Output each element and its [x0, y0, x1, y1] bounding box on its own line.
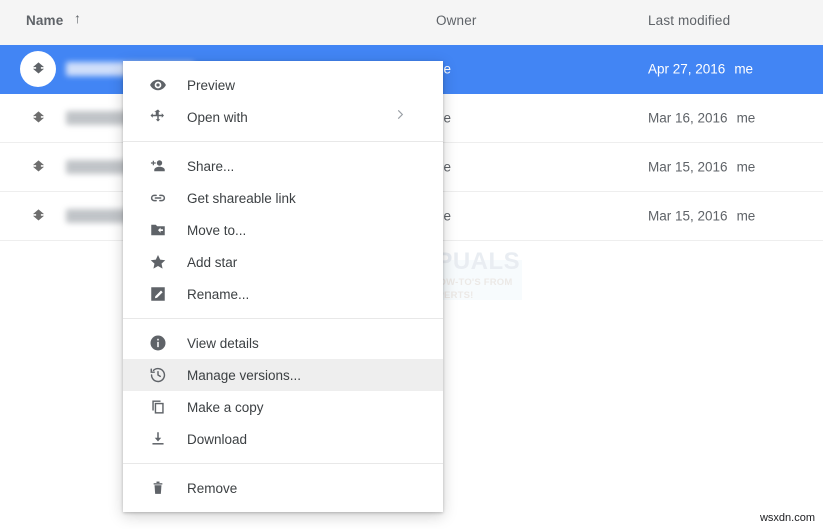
menu-item-label: Preview — [187, 77, 236, 93]
menu-item-rename[interactable]: Rename... — [123, 278, 443, 310]
trash-icon — [148, 478, 168, 498]
column-header-owner[interactable]: Owner — [436, 13, 477, 28]
person-add-icon — [148, 156, 168, 176]
last-modified-by: me — [736, 110, 756, 126]
last-modified-date: Mar 16, 2016 — [648, 110, 728, 126]
menu-divider — [123, 318, 443, 319]
file-icon — [20, 198, 56, 234]
file-list-column-header: Name ↑ Owner Last modified — [0, 0, 823, 46]
menu-item-label: Move to... — [187, 222, 247, 238]
last-modified-by: me — [736, 208, 756, 224]
last-modified-date: Mar 15, 2016 — [648, 208, 728, 224]
menu-divider — [123, 463, 443, 464]
menu-item-move-to[interactable]: Move to... — [123, 214, 443, 246]
file-icon — [20, 100, 56, 136]
last-modified-by: me — [734, 61, 754, 77]
menu-item-label: Open with — [187, 109, 248, 125]
file-last-modified: Apr 27, 2016 me — [648, 62, 753, 77]
link-icon — [148, 188, 168, 208]
site-credit-watermark: wsxdn.com — [759, 512, 815, 524]
sort-ascending-arrow-icon[interactable]: ↑ — [74, 11, 81, 25]
star-icon — [148, 252, 168, 272]
menu-item-label: Remove — [187, 480, 238, 496]
menu-item-download[interactable]: Download — [123, 423, 443, 455]
last-modified-date: Mar 15, 2016 — [648, 159, 728, 175]
menu-item-manage-versions[interactable]: Manage versions... — [123, 359, 443, 391]
menu-item-preview[interactable]: Preview — [123, 69, 443, 101]
column-header-last-modified[interactable]: Last modified — [648, 13, 730, 28]
menu-item-get-shareable-link[interactable]: Get shareable link — [123, 182, 443, 214]
menu-item-label: Share... — [187, 158, 235, 174]
last-modified-by: me — [736, 159, 756, 175]
file-last-modified: Mar 15, 2016 me — [648, 160, 755, 175]
menu-item-label: Manage versions... — [187, 367, 302, 383]
menu-item-label: View details — [187, 335, 259, 351]
info-icon — [148, 333, 168, 353]
menu-item-remove[interactable]: Remove — [123, 472, 443, 504]
last-modified-date: Apr 27, 2016 — [648, 61, 726, 77]
chevron-right-icon — [393, 108, 407, 127]
history-icon — [148, 365, 168, 385]
menu-item-share[interactable]: Share... — [123, 150, 443, 182]
file-last-modified: Mar 16, 2016 me — [648, 111, 755, 126]
file-context-menu[interactable]: Preview Open with Share... Get shareable li… — [123, 61, 443, 512]
pencil-icon — [148, 284, 168, 304]
menu-item-open-with[interactable]: Open with — [123, 101, 443, 133]
file-icon — [20, 149, 56, 185]
menu-divider — [123, 141, 443, 142]
column-header-name[interactable]: Name — [26, 13, 63, 28]
menu-item-label: Rename... — [187, 286, 250, 302]
eye-icon — [148, 75, 168, 95]
menu-item-label: Add star — [187, 254, 238, 270]
copy-icon — [148, 397, 168, 417]
file-icon — [20, 51, 56, 87]
download-icon — [148, 429, 168, 449]
folder-move-icon — [148, 220, 168, 240]
menu-item-add-star[interactable]: Add star — [123, 246, 443, 278]
menu-item-label: Make a copy — [187, 399, 264, 415]
menu-item-make-a-copy[interactable]: Make a copy — [123, 391, 443, 423]
file-last-modified: Mar 15, 2016 me — [648, 209, 755, 224]
menu-item-label: Get shareable link — [187, 190, 296, 206]
menu-item-label: Download — [187, 431, 248, 447]
menu-item-view-details[interactable]: View details — [123, 327, 443, 359]
move-icon — [148, 107, 168, 127]
